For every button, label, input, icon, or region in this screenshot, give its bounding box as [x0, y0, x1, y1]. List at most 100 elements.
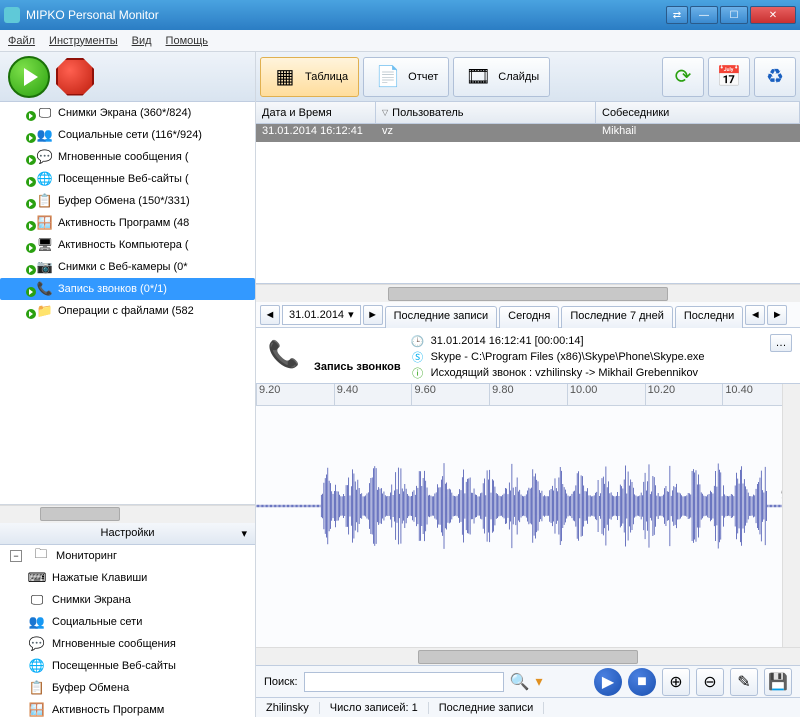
waveform-area: 9.209.409.609.8010.0010.2010.40 🎙 🎧: [256, 384, 800, 647]
grid-hscrollbar[interactable]: [256, 284, 800, 302]
search-input[interactable]: [304, 672, 504, 692]
tree-item[interactable]: 📁Операции с файлами (582: [0, 300, 255, 322]
grid-body[interactable]: 31.01.2014 16:12:41 vz Mikhail: [256, 124, 800, 284]
category-icon: 📁: [36, 302, 54, 320]
date-field[interactable]: 31.01.2014 ▾: [282, 305, 361, 325]
filter-icon[interactable]: ▾: [535, 673, 542, 690]
save-button[interactable]: 💾: [764, 668, 792, 696]
category-icon: 🖥: [36, 236, 54, 254]
settings-item-icon: 🌐: [28, 657, 46, 675]
tree-item[interactable]: 📞Запись звонков (0*/1): [0, 278, 255, 300]
tree-hscrollbar[interactable]: [0, 505, 255, 523]
tree-item[interactable]: 🖥Активность Компьютера (: [0, 234, 255, 256]
statusbar: Zhilinsky Число записей: 1 Последние зап…: [256, 697, 800, 717]
settings-item-icon: 🖵: [28, 591, 46, 609]
calendar-icon: 📅: [715, 63, 743, 91]
cell-peers: Mikhail: [596, 124, 800, 142]
recycle-icon: ♻: [761, 63, 789, 91]
tree-item[interactable]: 📋Буфер Обмена (150*/331): [0, 190, 255, 212]
col-user[interactable]: ▽Пользователь: [376, 102, 596, 123]
edit-button[interactable]: ✎: [730, 668, 758, 696]
grid-header: Дата и Время ▽Пользователь Собеседники: [256, 102, 800, 124]
cell-user: vz: [376, 124, 596, 142]
view-report-button[interactable]: 📄 Отчет: [363, 57, 449, 97]
grid-row[interactable]: 31.01.2014 16:12:41 vz Mikhail: [256, 124, 800, 142]
tabs-scroll-left[interactable]: ◄: [745, 305, 765, 325]
search-icon[interactable]: 🔍: [510, 672, 530, 692]
tree-item[interactable]: 🪟Активность Программ (48: [0, 212, 255, 234]
minimize-button[interactable]: —: [690, 6, 718, 24]
calendar-button[interactable]: 📅: [708, 57, 750, 97]
category-icon: 📷: [36, 258, 54, 276]
tree-item[interactable]: 💬Мгновенные сообщения (: [0, 146, 255, 168]
audio-stop-button[interactable]: ■: [628, 668, 656, 696]
col-datetime[interactable]: Дата и Время: [256, 102, 376, 123]
status-badge-icon: [20, 283, 32, 295]
close-button[interactable]: ✕: [750, 6, 796, 24]
start-monitoring-button[interactable]: [8, 56, 50, 98]
maximize-button[interactable]: ☐: [720, 6, 748, 24]
ruler-tick: 9.40: [334, 384, 412, 405]
tree-item-label: Социальные сети (116*/924): [58, 129, 202, 141]
expander-icon[interactable]: −: [10, 550, 22, 562]
settings-item[interactable]: 💬Мгновенные сообщения: [0, 633, 255, 655]
calendar-dropdown-icon[interactable]: ▾: [348, 308, 354, 321]
window-extra-button[interactable]: ⇄: [666, 6, 688, 24]
titlebar: MIPKO Personal Monitor ⇄ — ☐ ✕: [0, 0, 800, 30]
tree-item[interactable]: 👥Социальные сети (116*/924): [0, 124, 255, 146]
settings-item[interactable]: 🖵 Снимки Экрана: [0, 589, 255, 611]
settings-item-label: Буфер Обмена: [52, 682, 129, 694]
status-badge-icon: [20, 261, 32, 273]
tree-item[interactable]: 🌐Посещенные Веб-сайты (: [0, 168, 255, 190]
waveform-canvas[interactable]: [256, 406, 800, 606]
tree-item[interactable]: 📷 Снимки с Веб-камеры (0*: [0, 256, 255, 278]
settings-item[interactable]: 📋Буфер Обмена: [0, 677, 255, 699]
settings-item[interactable]: ⌨Нажатые Клавиши: [0, 567, 255, 589]
status-badge-icon: [20, 217, 32, 229]
date-filter-bar: ◄ 31.01.2014 ▾ ► Последние записи Сегодн…: [256, 302, 800, 328]
audio-play-button[interactable]: ▶: [594, 668, 622, 696]
tree-item-label: Активность Программ (48: [58, 217, 189, 229]
view-table-button[interactable]: ▦ Таблица: [260, 57, 359, 97]
tabs-scroll-right[interactable]: ►: [767, 305, 787, 325]
tree-item-label: Запись звонков (0*/1): [58, 283, 167, 295]
ruler-tick: 9.60: [411, 384, 489, 405]
zoom-in-button[interactable]: ⊕: [662, 668, 690, 696]
view-toolbar: ▦ Таблица 📄 Отчет 🎞 Слайды ⟳ 📅 ♻: [256, 52, 800, 102]
tree-item-label: Снимки с Веб-камеры (0*: [58, 261, 188, 273]
tab-recent[interactable]: Последние записи: [385, 306, 498, 328]
status-badge-icon: [20, 305, 32, 317]
settings-root[interactable]: − 🗀 Мониторинг: [0, 545, 255, 567]
col-peers[interactable]: Собеседники: [596, 102, 800, 123]
settings-item-label: Снимки Экрана: [52, 594, 131, 606]
tab-week[interactable]: Последние 7 дней: [561, 306, 673, 328]
tab-today[interactable]: Сегодня: [499, 306, 559, 328]
settings-header-label: Настройки: [101, 527, 155, 539]
menu-tools[interactable]: Инструменты: [49, 35, 118, 47]
recycle-button[interactable]: ♻: [754, 57, 796, 97]
settings-item-icon: 💬: [28, 635, 46, 653]
detail-more-button[interactable]: …: [770, 334, 792, 352]
stop-monitoring-button[interactable]: [56, 58, 94, 96]
settings-header[interactable]: Настройки ▾: [0, 523, 255, 545]
menu-file[interactable]: Файл: [8, 35, 35, 47]
date-prev-button[interactable]: ◄: [260, 305, 280, 325]
menu-view[interactable]: Вид: [132, 35, 152, 47]
zoom-out-button[interactable]: ⊖: [696, 668, 724, 696]
tree-item[interactable]: 🖵Снимки Экрана (360*/824): [0, 102, 255, 124]
settings-item[interactable]: 🌐Посещенные Веб-сайты: [0, 655, 255, 677]
refresh-button[interactable]: ⟳: [662, 57, 704, 97]
waveform-vscrollbar[interactable]: [782, 384, 800, 647]
waveform-hscrollbar[interactable]: [256, 647, 800, 665]
settings-tree[interactable]: − 🗀 Мониторинг ⌨Нажатые Клавиши 🖵 Снимки Э…: [0, 545, 255, 717]
settings-item-label: Социальные сети: [52, 616, 142, 628]
category-tree[interactable]: 🖵Снимки Экрана (360*/824)👥Социальные сет…: [0, 102, 255, 505]
date-next-button[interactable]: ►: [363, 305, 383, 325]
tab-more[interactable]: Последни: [675, 306, 743, 328]
settings-item[interactable]: 🪟Активность Программ: [0, 699, 255, 717]
view-slides-label: Слайды: [498, 71, 539, 83]
view-slides-button[interactable]: 🎞 Слайды: [453, 57, 550, 97]
menu-help[interactable]: Помощь: [166, 35, 209, 47]
settings-item[interactable]: 👥Социальные сети: [0, 611, 255, 633]
ruler-tick: 9.20: [256, 384, 334, 405]
